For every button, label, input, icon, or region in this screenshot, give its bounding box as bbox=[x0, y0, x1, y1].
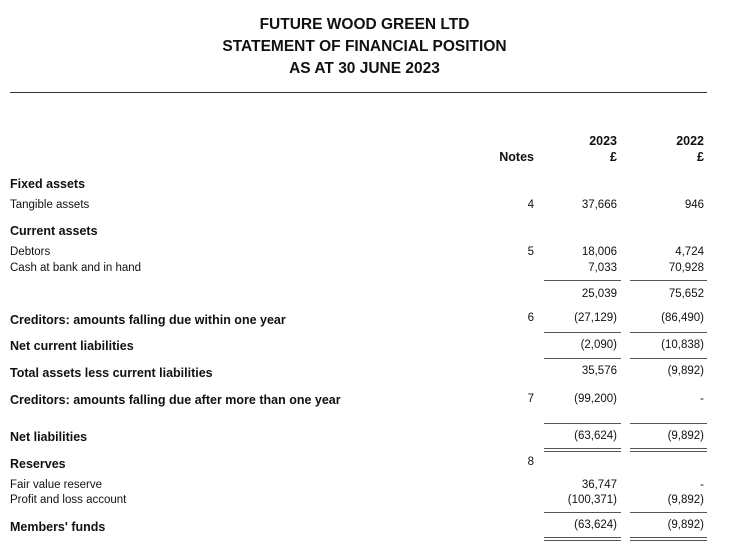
value-2023: 35,576 bbox=[581, 365, 617, 377]
value-2023: 36,747 bbox=[581, 479, 617, 491]
col-currency-2022: £ bbox=[697, 150, 704, 164]
value-2022: (86,490) bbox=[661, 312, 704, 324]
subtotal-rule bbox=[544, 280, 621, 281]
total-double-rule bbox=[630, 448, 707, 452]
row-note: 7 bbox=[527, 393, 534, 405]
row-note: 5 bbox=[527, 246, 534, 258]
header-divider bbox=[10, 92, 707, 93]
value-2022: 946 bbox=[684, 199, 704, 211]
value-2022: 70,928 bbox=[668, 262, 704, 274]
value-2022: (9,892) bbox=[667, 519, 704, 531]
subtotal-rule bbox=[630, 512, 707, 513]
value-2023: (2,090) bbox=[580, 339, 617, 351]
value-2022: - bbox=[700, 393, 704, 405]
row-label: Total assets less current liabilities bbox=[10, 366, 213, 380]
row-label: Creditors: amounts falling due within on… bbox=[10, 313, 286, 327]
value-2022: (9,892) bbox=[667, 494, 704, 506]
row-note: 4 bbox=[527, 199, 534, 211]
row-label: Creditors: amounts falling due after mor… bbox=[10, 393, 341, 407]
company-name: FUTURE WOOD GREEN LTD bbox=[259, 16, 470, 33]
value-2023: 25,039 bbox=[581, 288, 617, 300]
value-2023: (63,624) bbox=[574, 430, 617, 442]
row-label: Reserves bbox=[10, 457, 66, 471]
total-double-rule bbox=[544, 537, 621, 541]
row-note: 8 bbox=[527, 456, 534, 468]
total-double-rule bbox=[630, 537, 707, 541]
col-notes: Notes bbox=[499, 150, 534, 164]
row-label: Tangible assets bbox=[10, 199, 90, 211]
row-label: Cash at bank and in hand bbox=[10, 262, 142, 274]
subtotal-rule bbox=[630, 423, 707, 424]
row-label: Fixed assets bbox=[10, 177, 86, 191]
subtotal-rule bbox=[630, 280, 707, 281]
value-2023: 7,033 bbox=[588, 262, 617, 274]
value-2023: 37,666 bbox=[581, 199, 617, 211]
value-2022: (10,838) bbox=[661, 339, 704, 351]
row-label: Net liabilities bbox=[10, 430, 88, 444]
subtotal-rule bbox=[630, 358, 707, 359]
value-2023: (99,200) bbox=[574, 393, 617, 405]
subtotal-rule bbox=[544, 332, 621, 333]
row-label: Members' funds bbox=[10, 520, 106, 534]
statement-title: STATEMENT OF FINANCIAL POSITION bbox=[222, 38, 507, 55]
subtotal-rule bbox=[544, 512, 621, 513]
col-year-2022: 2022 bbox=[676, 134, 704, 148]
value-2022: - bbox=[700, 479, 704, 491]
value-2022: (9,892) bbox=[667, 430, 704, 442]
row-label: Debtors bbox=[10, 246, 51, 258]
value-2023: (100,371) bbox=[567, 494, 617, 506]
value-2023: 18,006 bbox=[581, 246, 617, 258]
row-label: Profit and loss account bbox=[10, 494, 127, 506]
value-2022: 4,724 bbox=[675, 246, 704, 258]
value-2022: (9,892) bbox=[667, 365, 704, 377]
value-2023: (63,624) bbox=[574, 519, 617, 531]
value-2023: (27,129) bbox=[574, 312, 617, 324]
subtotal-rule bbox=[544, 423, 621, 424]
row-label: Net current liabilities bbox=[10, 339, 134, 353]
col-currency-2023: £ bbox=[610, 150, 617, 164]
total-double-rule bbox=[544, 448, 621, 452]
subtotal-rule bbox=[544, 358, 621, 359]
row-label: Current assets bbox=[10, 224, 98, 238]
value-2022: 75,652 bbox=[668, 288, 704, 300]
row-label: Fair value reserve bbox=[10, 479, 103, 491]
subtotal-rule bbox=[630, 332, 707, 333]
col-year-2023: 2023 bbox=[589, 134, 617, 148]
row-note: 6 bbox=[527, 312, 534, 324]
statement-date: AS AT 30 JUNE 2023 bbox=[289, 60, 440, 77]
